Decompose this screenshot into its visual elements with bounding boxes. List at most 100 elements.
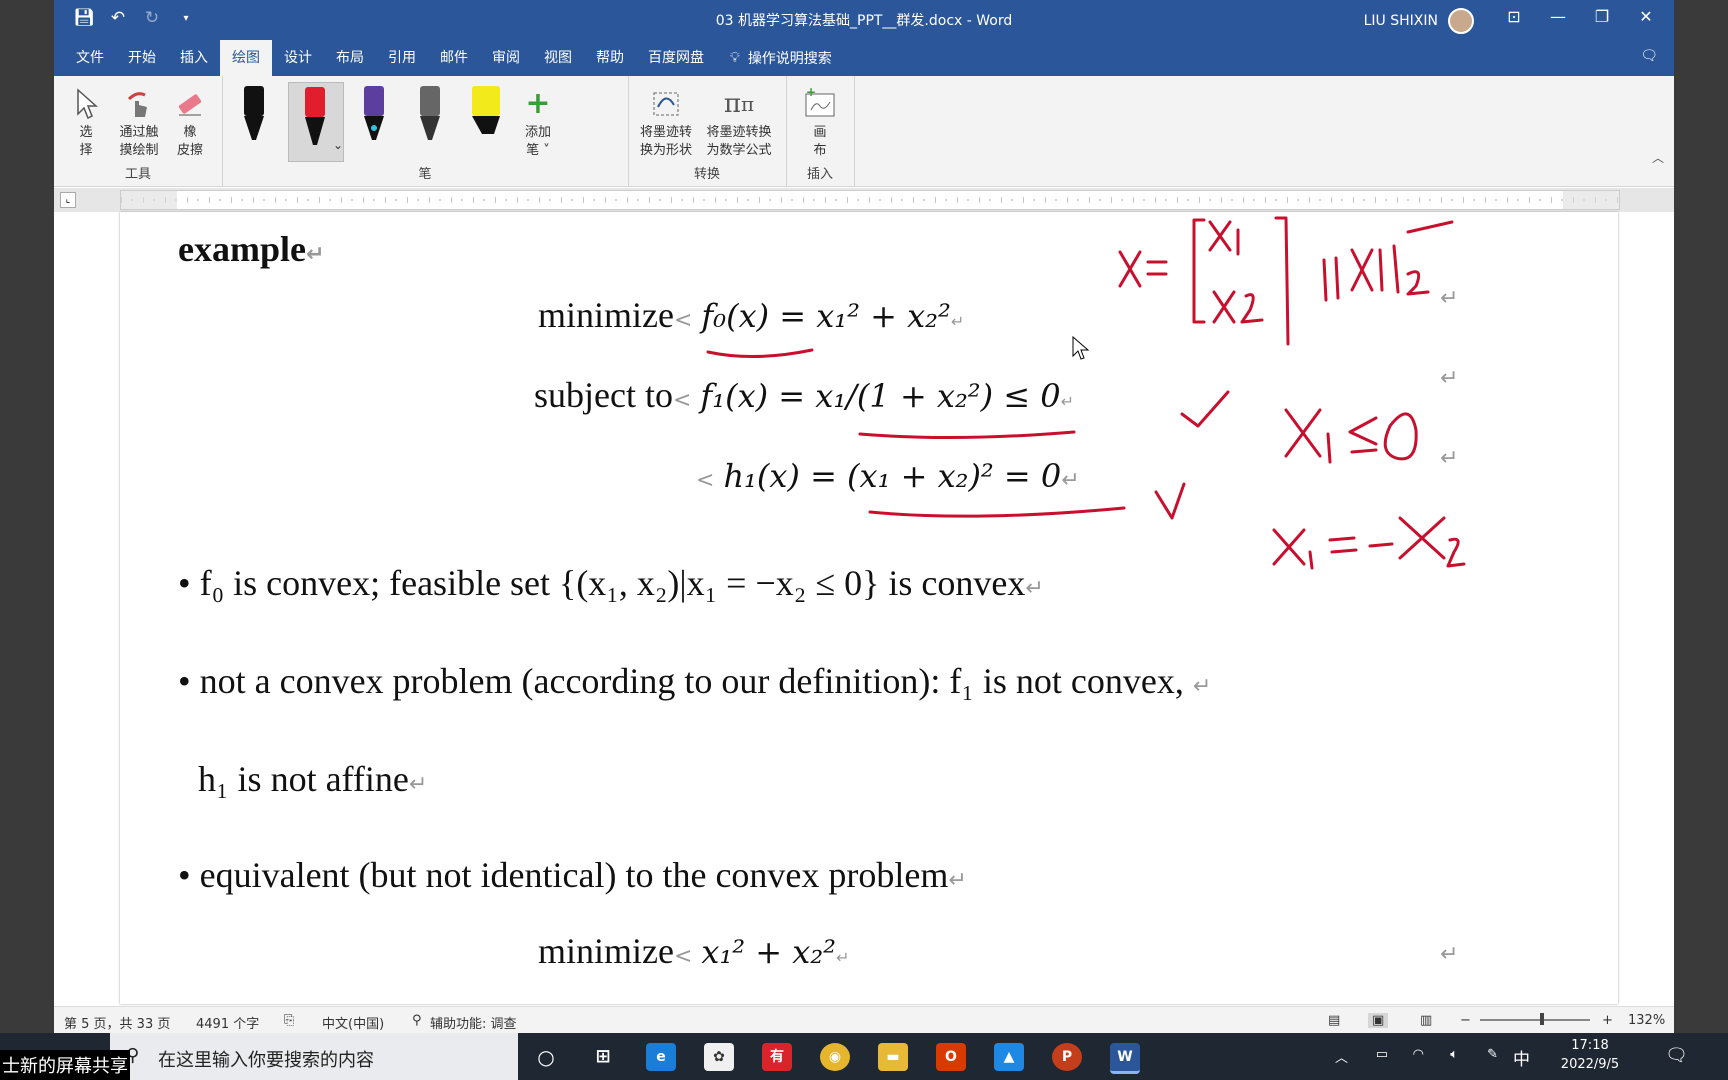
ime-indicator[interactable]: 中 — [1513, 1045, 1530, 1070]
zoom-in-icon[interactable]: + — [1602, 1013, 1613, 1028]
ruler-scale[interactable] — [120, 190, 1620, 210]
example-heading: example↵ — [178, 229, 325, 269]
notification-icon[interactable]: 🗨︎ — [1665, 1045, 1688, 1066]
pi-icon: ππ — [723, 89, 755, 119]
tab-review[interactable]: 审阅 — [480, 40, 532, 76]
tab-mailings[interactable]: 邮件 — [428, 40, 480, 76]
word-window: 💾︎ ↶ ↻ ▾ 03 机器学习算法基础_PPT__群发.docx - Word… — [54, 0, 1674, 1033]
pens-group-label: 笔 — [418, 167, 432, 182]
chrome-icon[interactable]: ◉ — [820, 1043, 850, 1071]
ink-to-shape-button[interactable]: 将墨迹转 换为形状 — [634, 84, 698, 160]
zoom-level[interactable]: 132% — [1628, 1013, 1665, 1028]
user-account[interactable]: LIU SHIXIN — [1364, 8, 1474, 34]
language[interactable]: 中文(中国) — [322, 1013, 384, 1032]
file-explorer-icon[interactable]: ▬ — [878, 1043, 908, 1071]
screen-share-label: 士新的屏幕共享 — [0, 1050, 130, 1080]
convert-group: 将墨迹转 换为形状 ππ 将墨迹转换 为数学公式 转换 — [628, 76, 787, 186]
zoom-slider-thumb[interactable] — [1540, 1013, 1544, 1025]
powerpoint-icon[interactable]: P — [1052, 1043, 1082, 1071]
tab-layout[interactable]: 布局 — [324, 40, 376, 76]
galaxy-pen[interactable] — [352, 82, 396, 160]
task-view-icon[interactable]: ⊞ — [588, 1043, 618, 1071]
tell-me-search[interactable]: 💡︎ 操作说明搜索 — [730, 48, 832, 68]
tell-me-label: 操作说明搜索 — [747, 51, 832, 67]
tab-design[interactable]: 设计 — [272, 40, 324, 76]
tab-home[interactable]: 开始 — [116, 40, 168, 76]
zoom-out-icon[interactable]: − — [1460, 1013, 1471, 1028]
bullet-not-affine: h₁ is not affine↵ — [198, 759, 428, 799]
clock-date[interactable]: 2022/9/5 — [1550, 1057, 1630, 1072]
draw-with-touch-button[interactable]: 通过触 摸绘制 — [112, 84, 166, 160]
comments-icon[interactable]: 🗨︎ — [1640, 48, 1658, 64]
document-page[interactable]: example↵ minimize< f₀(x) = x₁² + x₂²↵ su… — [120, 212, 1618, 1004]
svg-text:+: + — [806, 88, 816, 99]
word-icon[interactable]: W — [1110, 1043, 1140, 1074]
eraser-icon — [170, 84, 210, 124]
red-pen-selected[interactable]: ⌄ — [288, 82, 344, 162]
youdao-icon[interactable]: 有 — [762, 1043, 792, 1071]
ink-to-math-button[interactable]: ππ 将墨迹转换 为数学公式 — [700, 84, 778, 160]
read-mode-icon[interactable]: ▤ — [1328, 1013, 1340, 1028]
zoom-slider[interactable] — [1480, 1019, 1590, 1021]
mouse-cursor-icon — [1072, 336, 1090, 360]
constraint-f1-line: subject to< f₁(x) = x₁/(1 + x₂²) ≤ 0↵ — [534, 375, 1075, 415]
ribbon-display-icon[interactable]: ⊡ — [1496, 4, 1532, 30]
convert-group-label: 转换 — [693, 167, 720, 182]
tab-insert[interactable]: 插入 — [168, 40, 220, 76]
tab-selector[interactable]: ⌞ — [60, 192, 76, 208]
tab-baidu-netdisk[interactable]: 百度网盘 — [636, 40, 716, 76]
wifi-icon[interactable]: ◠ — [1413, 1047, 1424, 1062]
show-hidden-icons[interactable]: ︿ — [1335, 1047, 1348, 1066]
tab-file[interactable]: 文件 — [64, 40, 116, 76]
maximize-icon[interactable]: ❐ — [1584, 4, 1620, 30]
word-count[interactable]: 4491 个字 — [196, 1013, 259, 1032]
pencil-pen[interactable] — [408, 82, 452, 160]
lark-icon[interactable]: ▲ — [994, 1043, 1024, 1071]
black-pen[interactable] — [232, 82, 276, 160]
tools-group: 选 择 通过触 摸绘制 橡 皮擦 工具 — [54, 76, 223, 186]
insert-group-label: 插入 — [806, 167, 833, 182]
ink-shape-label-2: 换为形状 — [639, 143, 692, 158]
eraser-button[interactable]: 橡 皮擦 — [170, 84, 210, 160]
volume-icon[interactable]: 🔈︎ — [1450, 1047, 1458, 1062]
taskbar-search-box[interactable]: ⚲ 在这里输入你要搜索的内容 — [110, 1033, 518, 1080]
collapse-ribbon-icon[interactable]: ︿ — [1652, 149, 1664, 166]
touch-label-1: 通过触 — [119, 125, 159, 140]
paragraph-mark: ↵ — [1440, 366, 1459, 391]
select-button[interactable]: 选 择 — [68, 84, 104, 160]
h1-equation: h₁(x) = (x₁ + x₂)² = 0 — [723, 457, 1062, 495]
drawing-canvas-button[interactable]: + 画 布 — [798, 84, 842, 160]
subject-to-label: subject to — [534, 375, 673, 415]
close-icon[interactable]: ✕ — [1628, 4, 1664, 30]
page-count[interactable]: 第 5 页，共 33 页 — [64, 1013, 170, 1032]
battery-icon[interactable]: ▭ — [1376, 1047, 1388, 1062]
edge-icon[interactable]: e — [646, 1043, 676, 1071]
pen-workspace-icon[interactable]: ✎ — [1487, 1047, 1498, 1062]
minimize-label: minimize — [538, 295, 674, 335]
f1-equation: f₁(x) = x₁/(1 + x₂²) ≤ 0 — [700, 377, 1061, 415]
tab-help[interactable]: 帮助 — [584, 40, 636, 76]
status-bar: 第 5 页，共 33 页 4491 个字 ⎘ 中文(中国) ⚲ 辅助功能: 调查… — [54, 1006, 1674, 1033]
eraser-label-2: 皮擦 — [176, 143, 203, 158]
accessibility-status[interactable]: 辅助功能: 调查 — [430, 1013, 517, 1032]
ink-math-label-2: 为数学公式 — [706, 143, 772, 158]
highlighter-pen[interactable] — [464, 82, 508, 160]
paragraph-mark: ↵ — [1440, 942, 1459, 967]
clock-time[interactable]: 17:18 — [1550, 1038, 1630, 1053]
minimize-icon[interactable]: — — [1540, 4, 1576, 30]
tab-view[interactable]: 视图 — [532, 40, 584, 76]
objective-equation: f₀(x) = x₁² + x₂² — [701, 297, 951, 335]
avatar[interactable] — [1448, 8, 1474, 34]
web-layout-icon[interactable]: ▥ — [1420, 1013, 1432, 1028]
tab-draw[interactable]: 绘图 — [220, 40, 272, 76]
bullet-convex-feasible: • f₀ is convex; feasible set {(x₁, x₂)|x… — [178, 563, 1044, 603]
cortana-icon[interactable]: ○ — [531, 1043, 561, 1071]
eraser-label-1: 橡 — [183, 125, 197, 140]
office-icon[interactable]: O — [936, 1043, 966, 1071]
app-icon[interactable]: ✿ — [704, 1043, 734, 1071]
paragraph-mark: ↵ — [1440, 446, 1459, 471]
tab-references[interactable]: 引用 — [376, 40, 428, 76]
proofing-icon[interactable]: ⎘ — [284, 1013, 294, 1028]
print-layout-icon[interactable]: ▣ — [1368, 1013, 1389, 1028]
add-pen-button[interactable]: + 添加 笔 ˅ — [518, 84, 558, 160]
